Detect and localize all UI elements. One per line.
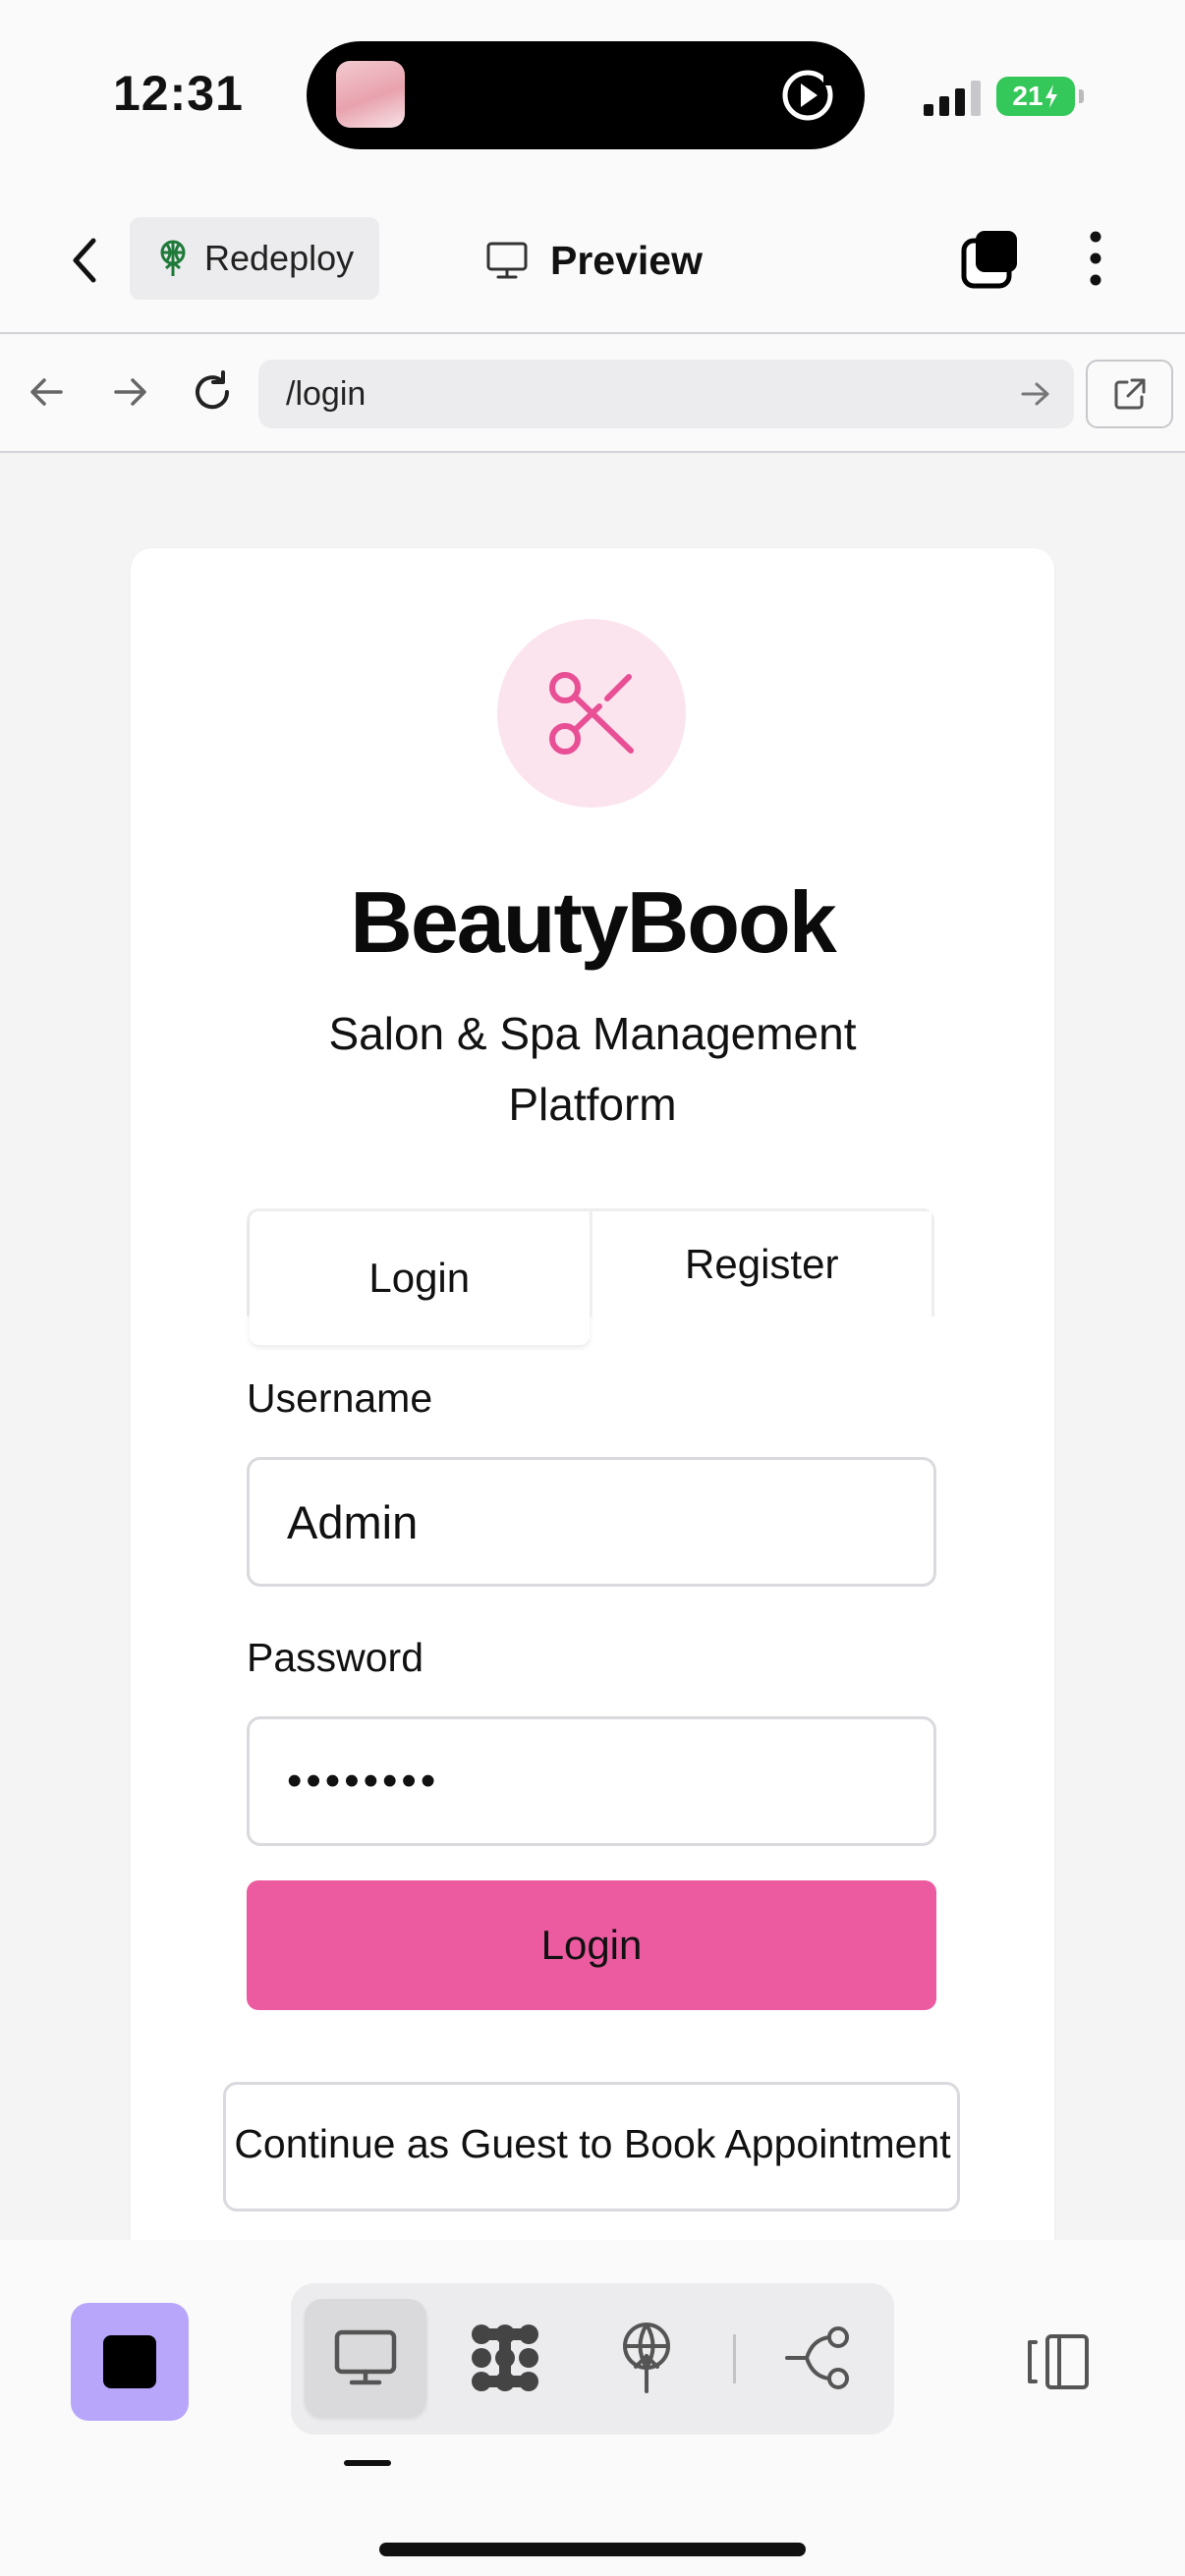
external-link-icon: [1114, 378, 1145, 410]
tab-register[interactable]: Register: [589, 1211, 931, 1316]
deploy-globe-icon: [623, 2323, 670, 2393]
git-tool[interactable]: [757, 2299, 878, 2417]
login-button[interactable]: Login: [247, 1880, 936, 2010]
username-value: Admin: [287, 1495, 419, 1548]
username-label: Username: [247, 1375, 433, 1421]
toolbar-divider: [733, 2334, 736, 2383]
toggle-panel-button[interactable]: [1012, 2303, 1100, 2421]
preview-tab[interactable]: Preview: [485, 231, 703, 290]
redeploy-icon: [160, 240, 186, 276]
monitor-icon: [486, 242, 528, 279]
battery-level: 21: [1012, 81, 1044, 111]
browser-forward-button[interactable]: [102, 364, 157, 420]
deploy-tool[interactable]: [586, 2299, 707, 2417]
logo-badge: [497, 619, 686, 808]
browser-toolbar: /login: [0, 335, 1185, 453]
tab-register-label: Register: [685, 1240, 839, 1287]
open-external-button[interactable]: [1086, 360, 1173, 428]
stop-button[interactable]: [71, 2303, 189, 2421]
username-field[interactable]: Admin: [247, 1457, 936, 1587]
media-thumbnail: [336, 61, 405, 128]
more-options-icon[interactable]: [1071, 227, 1120, 290]
tabs-switcher-icon[interactable]: [959, 227, 1022, 290]
login-card: BeautyBook Salon & Spa Management Platfo…: [131, 548, 1054, 2240]
back-button[interactable]: [55, 231, 114, 290]
dynamic-island: [307, 41, 865, 149]
reload-button[interactable]: [185, 364, 240, 420]
auth-tabs: Login Register: [247, 1208, 934, 1345]
tab-login-label: Login: [368, 1255, 471, 1301]
preview-label: Preview: [550, 237, 703, 283]
selected-tool-indicator: [344, 2460, 391, 2466]
cellular-signal-icon: [924, 81, 981, 116]
tab-login[interactable]: Login: [250, 1211, 590, 1345]
refresh-icon: [196, 370, 230, 410]
password-field[interactable]: ••••••••: [247, 1716, 936, 1846]
desktop-preview-icon: [334, 2329, 397, 2385]
password-label: Password: [247, 1635, 424, 1680]
nodes-icon: [472, 2324, 538, 2391]
bottom-toolbar: [0, 2240, 1185, 2576]
url-input[interactable]: /login: [258, 360, 1074, 428]
screen-recording-icon: [782, 70, 833, 121]
status-time: 12:31: [113, 66, 244, 121]
status-bar: 12:31 21: [0, 0, 1185, 192]
brand-subtitle: Salon & Spa Management Platform: [328, 1008, 857, 1130]
app-header: Redeploy Preview: [0, 192, 1185, 334]
battery-indicator: 21: [996, 77, 1084, 116]
redeploy-label: Redeploy: [204, 238, 355, 278]
chevron-left-icon: [73, 238, 96, 283]
nodes-tool[interactable]: [444, 2299, 566, 2417]
login-button-label: Login: [540, 1922, 643, 1968]
go-arrow-icon[interactable]: [1015, 373, 1056, 415]
guest-booking-label: Continue as Guest to Book Appointment: [234, 2121, 951, 2166]
charging-bolt-icon: [1044, 84, 1057, 108]
browser-back-button[interactable]: [20, 364, 75, 420]
brand-title: BeautyBook: [350, 873, 836, 971]
url-text: /login: [286, 374, 367, 413]
side-panel-icon: [1028, 2334, 1089, 2389]
desktop-preview-tool[interactable]: [305, 2299, 426, 2417]
home-indicator: [379, 2543, 806, 2556]
tool-group: [291, 2283, 894, 2435]
stop-icon: [103, 2335, 156, 2388]
arrow-left-icon: [30, 378, 63, 406]
arrow-right-icon: [114, 378, 146, 406]
git-branch-icon: [785, 2326, 849, 2389]
password-value: ••••••••: [287, 1757, 440, 1805]
scissors-icon: [549, 672, 634, 755]
redeploy-button[interactable]: Redeploy: [130, 217, 379, 300]
